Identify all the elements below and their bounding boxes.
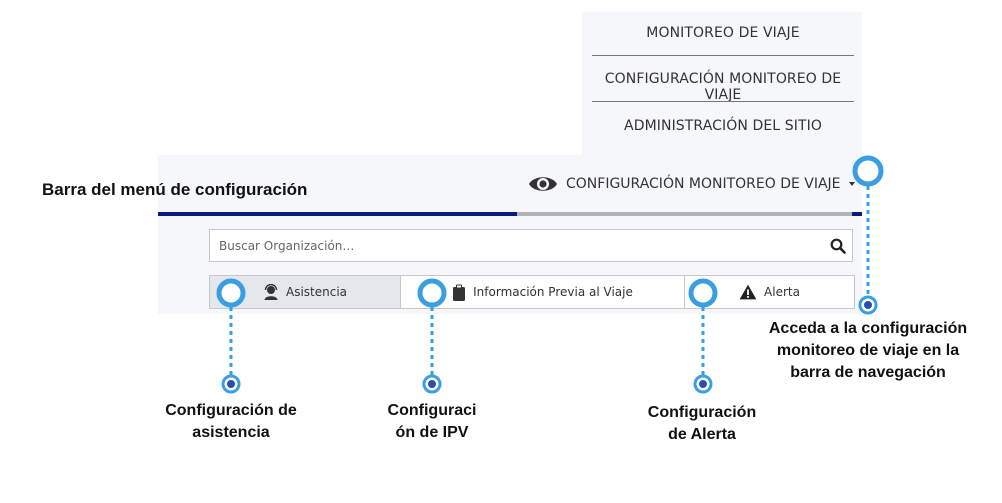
menu-item-configuracion-monitoreo[interactable]: CONFIGURACIÓN MONITOREO DE VIAJE — [592, 71, 854, 103]
menu-divider — [592, 55, 854, 56]
nav-bar-underline-active — [158, 212, 517, 216]
callout-alerta: Configuración de Alerta — [647, 404, 757, 443]
callout-ipv: Configuraci ón de IPV — [387, 402, 477, 441]
eye-icon — [529, 177, 557, 191]
clipboard-icon — [453, 284, 466, 301]
tab-label: Alerta — [764, 285, 800, 299]
nav-bar-underline — [517, 212, 852, 216]
search-input[interactable] — [210, 230, 828, 261]
tab-asistencia[interactable]: Asistencia — [209, 275, 401, 309]
nav-bar-underline-end — [852, 212, 862, 216]
tab-informacion-previa[interactable]: Información Previa al Viaje — [401, 275, 685, 309]
config-menu-bar-title: Barra del menú de configuración — [42, 180, 308, 199]
nav-selected-label: CONFIGURACIÓN MONITOREO DE VIAJE — [566, 176, 841, 192]
callout-asistencia: Configuración de asistencia — [165, 402, 297, 441]
callout-nav: Acceda a la configuración monitoreo de v… — [768, 320, 968, 381]
menu-item-monitoreo-de-viaje[interactable]: MONITOREO DE VIAJE — [592, 25, 854, 41]
nav-dropdown-menu: MONITOREO DE VIAJE CONFIGURACIÓN MONITOR… — [582, 12, 862, 157]
search-field[interactable] — [209, 229, 853, 262]
config-tabs: Asistencia Información Previa al Viaje A… — [209, 275, 855, 309]
tab-label: Información Previa al Viaje — [473, 285, 633, 299]
menu-divider — [592, 101, 854, 102]
warning-icon — [739, 284, 757, 300]
tab-alerta[interactable]: Alerta — [685, 275, 855, 309]
agent-headset-icon — [264, 284, 278, 300]
menu-item-administracion-del-sitio[interactable]: ADMINISTRACIÓN DEL SITIO — [592, 118, 854, 134]
nav-config-selector[interactable]: CONFIGURACIÓN MONITOREO DE VIAJE — [528, 172, 855, 196]
caret-down-icon — [848, 182, 855, 186]
search-icon[interactable] — [830, 238, 846, 254]
tab-label: Asistencia — [285, 285, 348, 299]
